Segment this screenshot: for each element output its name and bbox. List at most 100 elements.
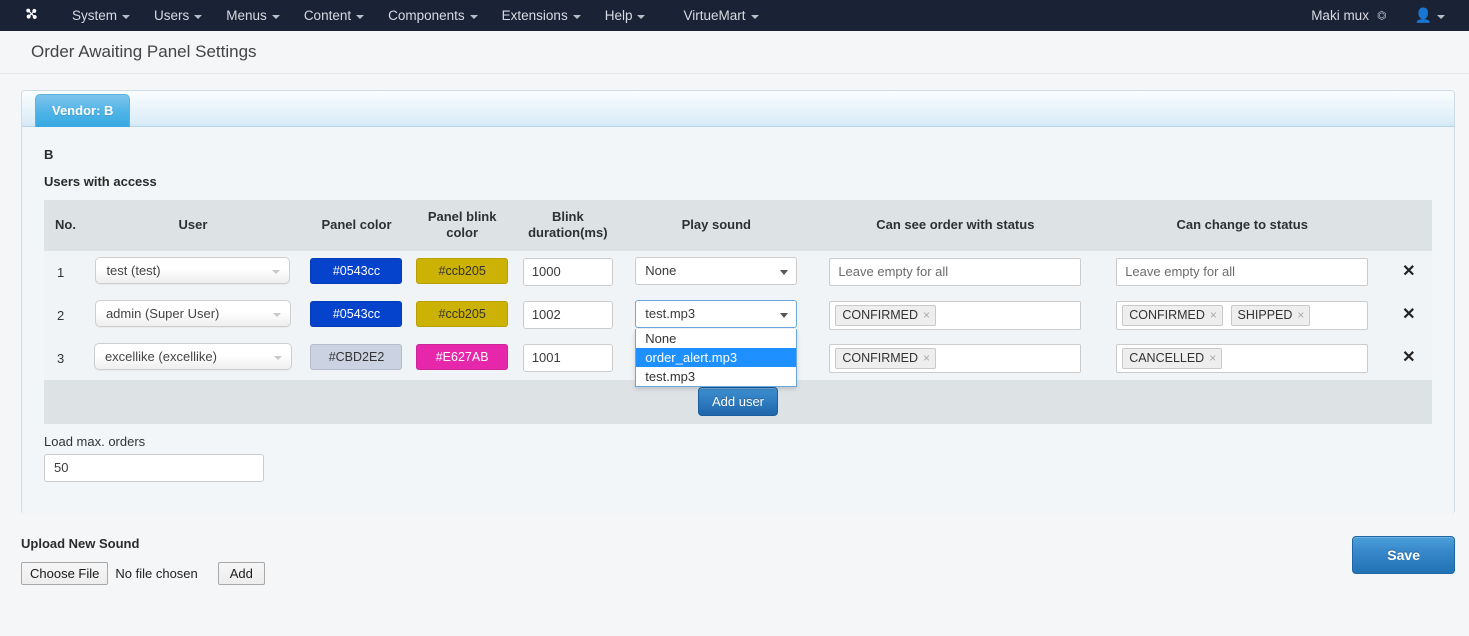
navbar-right-group: Maki mux ⏣ 👤 — [1297, 1, 1459, 30]
nav-item-components[interactable]: Components — [376, 2, 490, 29]
user-cell: test (test) — [82, 251, 303, 294]
user-select[interactable]: admin (Super User) — [95, 300, 291, 327]
chevron-down-icon — [122, 15, 130, 19]
panel-blink-color-cell: #E627AB — [409, 337, 515, 380]
status-tag[interactable]: CONFIRMED× — [835, 348, 936, 369]
user-select[interactable]: test (test) — [95, 257, 290, 284]
top-navbar: System Users Menus Content Components Ex… — [0, 0, 1469, 31]
blink-duration-input[interactable]: 1000 — [523, 258, 613, 286]
panel-blink-color-input[interactable]: #ccb205 — [416, 258, 508, 284]
add-user-button[interactable]: Add user — [698, 387, 778, 416]
remove-tag-icon[interactable]: × — [1297, 308, 1304, 322]
can-see-cell: Leave empty for all — [812, 251, 1099, 294]
blink-duration-input[interactable]: 1002 — [523, 301, 613, 329]
user-icon: 👤 — [1415, 7, 1432, 24]
can-see-status-input[interactable]: CONFIRMED × — [829, 301, 1081, 330]
load-max-orders-label: Load max. orders — [44, 434, 1432, 449]
nav-item-extensions-label: Extensions — [502, 8, 568, 23]
panel-color-input[interactable]: #CBD2E2 — [310, 344, 402, 370]
chevron-down-icon — [194, 15, 202, 19]
status-tag-label: SHIPPED — [1238, 308, 1293, 322]
close-icon[interactable]: ✕ — [1402, 350, 1415, 366]
nav-item-menus[interactable]: Menus — [214, 2, 292, 29]
play-sound-option-test[interactable]: test.mp3 — [636, 367, 796, 386]
nav-item-users[interactable]: Users — [142, 2, 214, 29]
nav-item-system[interactable]: System — [60, 2, 142, 29]
panel-blink-color-input[interactable]: #E627AB — [416, 344, 508, 370]
upload-controls: Choose File No file chosen Add — [21, 562, 265, 585]
blink-duration-input[interactable]: 1001 — [523, 344, 613, 372]
user-select[interactable]: excellike (excellike) — [94, 343, 292, 370]
can-see-status-input[interactable]: Leave empty for all — [829, 258, 1081, 286]
users-table-body: 1 test (test) #0543cc #ccb205 1000 — [44, 251, 1432, 380]
blink-duration-cell: 1001 — [515, 337, 621, 380]
site-link[interactable]: Maki mux ⏣ — [1297, 2, 1400, 29]
play-sound-option-order-alert[interactable]: order_alert.mp3 — [636, 348, 796, 367]
no-file-chosen-label: No file chosen — [115, 566, 197, 581]
play-sound-select[interactable]: None — [635, 257, 797, 285]
play-sound-wrap: None — [635, 257, 797, 285]
panel-blink-color-cell: #ccb205 — [409, 251, 515, 294]
choose-file-button[interactable]: Choose File — [21, 562, 108, 585]
status-tag[interactable]: SHIPPED × — [1231, 305, 1311, 326]
can-change-cell: CANCELLED× — [1099, 337, 1386, 380]
th-delete — [1386, 200, 1432, 251]
can-change-status-input[interactable]: CANCELLED× — [1116, 344, 1368, 373]
play-sound-option-none[interactable]: None — [636, 329, 796, 348]
nav-item-help-label: Help — [605, 8, 633, 23]
file-input[interactable]: Choose File No file chosen — [21, 562, 198, 585]
nav-item-virtuemart[interactable]: VirtueMart — [671, 2, 770, 29]
nav-item-extensions[interactable]: Extensions — [490, 2, 593, 29]
tab-strip: Vendor: B — [22, 91, 1454, 127]
close-icon[interactable]: ✕ — [1402, 264, 1415, 280]
panel-blink-color-cell: #ccb205 — [409, 294, 515, 337]
page-header: Order Awaiting Panel Settings — [0, 31, 1469, 74]
play-sound-cell: test.mp3 None order_alert.mp3 test.mp3 — [621, 294, 812, 337]
can-change-placeholder: Leave empty for all — [1122, 264, 1235, 279]
joomla-logo-icon[interactable] — [18, 5, 40, 27]
remove-tag-icon[interactable]: × — [923, 351, 930, 365]
remove-tag-icon[interactable]: × — [1209, 351, 1216, 365]
can-see-placeholder: Leave empty for all — [835, 264, 948, 279]
user-select-value: admin (Super User) — [106, 306, 219, 321]
site-link-label: Maki mux — [1311, 8, 1369, 23]
play-sound-wrap: test.mp3 None order_alert.mp3 test.mp3 — [635, 300, 797, 328]
status-tag[interactable]: CONFIRMED × — [835, 305, 936, 326]
nav-item-content-label: Content — [304, 8, 351, 23]
status-tag[interactable]: CONFIRMED × — [1122, 305, 1223, 326]
panel-color-input[interactable]: #0543cc — [310, 301, 402, 327]
status-tag-label: CONFIRMED — [842, 308, 918, 322]
status-tag[interactable]: CANCELLED× — [1122, 348, 1222, 369]
vendor-name: B — [44, 147, 1432, 162]
play-sound-cell: None — [621, 251, 812, 294]
row-number: 2 — [44, 294, 82, 337]
panel-color-input[interactable]: #0543cc — [310, 258, 402, 284]
load-max-orders-input[interactable]: 50 — [44, 454, 264, 482]
remove-tag-icon[interactable]: × — [923, 308, 930, 322]
nav-item-content[interactable]: Content — [292, 2, 376, 29]
can-see-status-input[interactable]: CONFIRMED× — [829, 344, 1081, 373]
th-can-change-status: Can change to status — [1099, 200, 1386, 251]
blink-duration-cell: 1000 — [515, 251, 621, 294]
nav-item-system-label: System — [72, 8, 117, 23]
panel-blink-color-input[interactable]: #ccb205 — [416, 301, 508, 327]
can-change-status-input[interactable]: CONFIRMED × SHIPPED × — [1116, 301, 1368, 330]
status-tag-label: CONFIRMED — [1129, 308, 1205, 322]
save-button[interactable]: Save — [1352, 536, 1455, 574]
play-sound-select[interactable]: test.mp3 — [635, 300, 797, 328]
delete-cell: ✕ — [1386, 251, 1432, 294]
can-change-status-input[interactable]: Leave empty for all — [1116, 258, 1368, 286]
save-section: Save — [1352, 536, 1455, 574]
user-menu[interactable]: 👤 — [1401, 1, 1459, 30]
th-no: No. — [44, 200, 82, 251]
nav-item-help[interactable]: Help — [593, 2, 658, 29]
add-sound-button[interactable]: Add — [218, 562, 265, 585]
tab-vendor-b-label: Vendor: B — [52, 103, 113, 118]
remove-tag-icon[interactable]: × — [1210, 308, 1217, 322]
th-play-sound: Play sound — [621, 200, 812, 251]
chevron-down-icon — [573, 15, 581, 19]
chevron-down-icon — [356, 15, 364, 19]
tab-vendor-b[interactable]: Vendor: B — [35, 94, 130, 127]
th-user: User — [82, 200, 303, 251]
close-icon[interactable]: ✕ — [1402, 307, 1415, 323]
